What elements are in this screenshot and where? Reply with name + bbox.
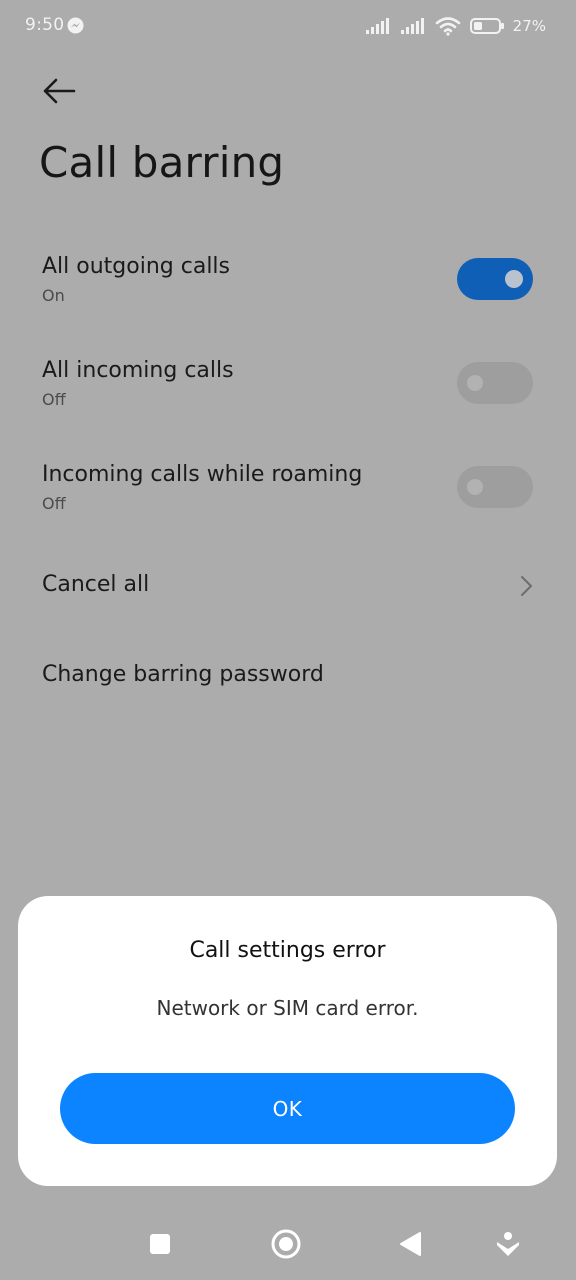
error-dialog: Call settings error Network or SIM card … — [18, 896, 557, 1186]
back-button[interactable] — [38, 70, 80, 112]
battery-percentage: 27% — [512, 17, 546, 35]
home-button[interactable] — [269, 1227, 303, 1261]
setting-all-outgoing-calls[interactable]: All outgoing calls On — [0, 240, 576, 330]
toggle-incoming-calls-roaming[interactable] — [457, 466, 533, 508]
battery-icon — [469, 18, 504, 34]
setting-status: On — [42, 286, 65, 305]
status-icons: 27% — [365, 15, 546, 37]
dialog-message: Network or SIM card error. — [156, 996, 419, 1020]
messenger-icon — [67, 17, 84, 34]
change-barring-password-item[interactable]: Change barring password — [0, 646, 576, 706]
assistant-button[interactable] — [491, 1227, 525, 1261]
setting-title: All outgoing calls — [42, 254, 230, 279]
toggle-knob — [505, 270, 523, 288]
nav-back-button[interactable] — [393, 1227, 427, 1261]
page-title: Call barring — [39, 138, 285, 187]
setting-title: Incoming calls while roaming — [42, 462, 363, 487]
setting-status: Off — [42, 494, 66, 513]
dialog-title: Call settings error — [189, 938, 386, 963]
status-time: 9:50 — [25, 15, 65, 35]
toggle-knob — [467, 479, 483, 495]
toggle-knob — [467, 375, 483, 391]
wifi-icon — [435, 17, 460, 36]
signal-sim1-icon — [365, 18, 389, 34]
setting-title: All incoming calls — [42, 358, 234, 383]
setting-status: Off — [42, 390, 66, 409]
back-triangle-icon — [400, 1232, 421, 1256]
home-circle-icon — [271, 1229, 301, 1259]
recents-button[interactable] — [143, 1227, 177, 1261]
toggle-all-outgoing-calls[interactable] — [457, 258, 533, 300]
navigation-bar — [0, 1205, 576, 1280]
assistant-icon — [497, 1232, 519, 1256]
setting-incoming-calls-roaming[interactable]: Incoming calls while roaming Off — [0, 448, 576, 538]
change-password-label: Change barring password — [42, 662, 324, 687]
ok-button[interactable]: OK — [60, 1073, 515, 1144]
chevron-right-icon — [521, 576, 532, 596]
signal-sim2-icon — [400, 18, 424, 34]
recents-square-icon — [150, 1234, 170, 1254]
setting-all-incoming-calls[interactable]: All incoming calls Off — [0, 344, 576, 434]
cancel-all-item[interactable]: Cancel all — [0, 556, 576, 616]
toggle-all-incoming-calls[interactable] — [457, 362, 533, 404]
arrow-left-icon — [43, 78, 76, 104]
status-bar: 9:50 27% — [0, 0, 576, 52]
cancel-all-label: Cancel all — [42, 572, 150, 597]
